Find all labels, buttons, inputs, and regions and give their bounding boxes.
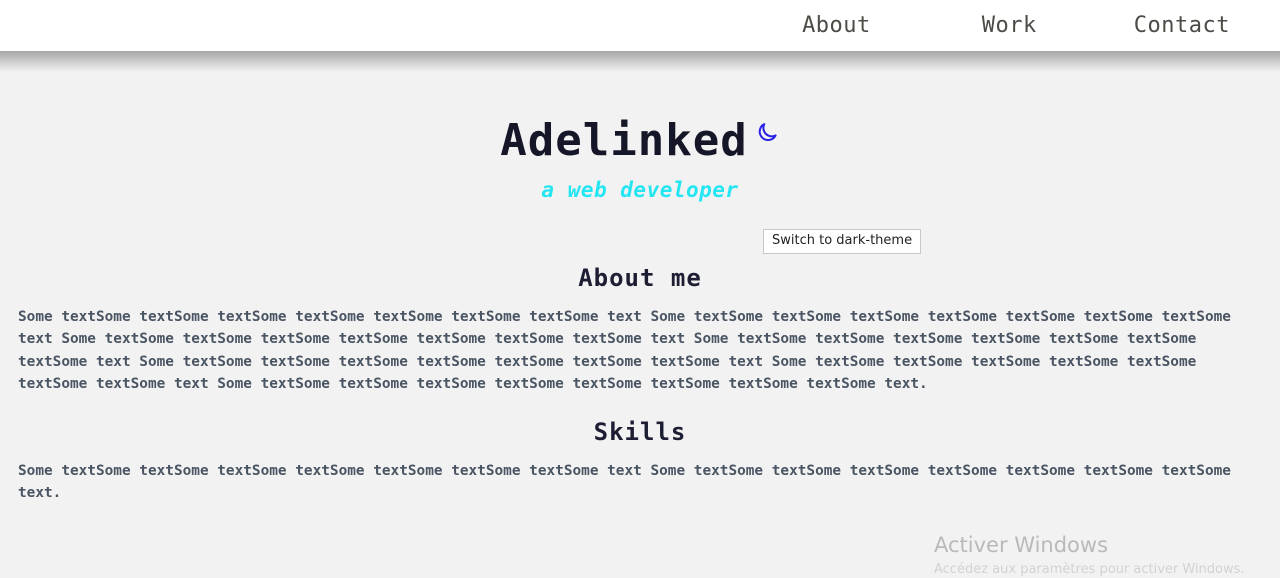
theme-toggle-tooltip: Switch to dark-theme xyxy=(763,229,922,254)
main-navigation: About Work Contact xyxy=(802,13,1280,39)
section-heading-about: About me xyxy=(578,264,702,292)
hero-section: Adelinked a web developer xyxy=(0,115,1280,203)
page-content: Adelinked a web developer Switch to dark… xyxy=(0,74,1280,566)
hero-title-row: Adelinked xyxy=(500,115,779,167)
nav-list: About Work Contact xyxy=(802,13,1280,39)
section-body-skills: Some textSome textSome textSome textSome… xyxy=(18,463,1231,502)
section-about-me: About me Some textSome textSome textSome… xyxy=(0,263,1280,395)
nav-item-work[interactable]: Work xyxy=(982,13,1037,39)
nav-item-contact[interactable]: Contact xyxy=(1134,13,1230,39)
nav-link-work[interactable]: Work xyxy=(982,13,1037,39)
section-body-about: Some textSome textSome textSome textSome… xyxy=(18,309,1231,392)
page-title: Adelinked xyxy=(500,115,748,166)
section-heading-skills: Skills xyxy=(593,418,687,447)
tagline: a web developer xyxy=(541,178,739,202)
header-shadow xyxy=(0,51,1280,74)
section-skills: Skills Some textSome textSome textSome t… xyxy=(0,417,1280,505)
nav-item-about[interactable]: About xyxy=(802,13,871,39)
site-header: About Work Contact xyxy=(0,0,1280,51)
nav-link-contact[interactable]: Contact xyxy=(1134,13,1230,39)
theme-toggle-button[interactable] xyxy=(758,119,780,143)
nav-link-about[interactable]: About xyxy=(802,13,871,39)
moon-icon xyxy=(758,119,780,143)
